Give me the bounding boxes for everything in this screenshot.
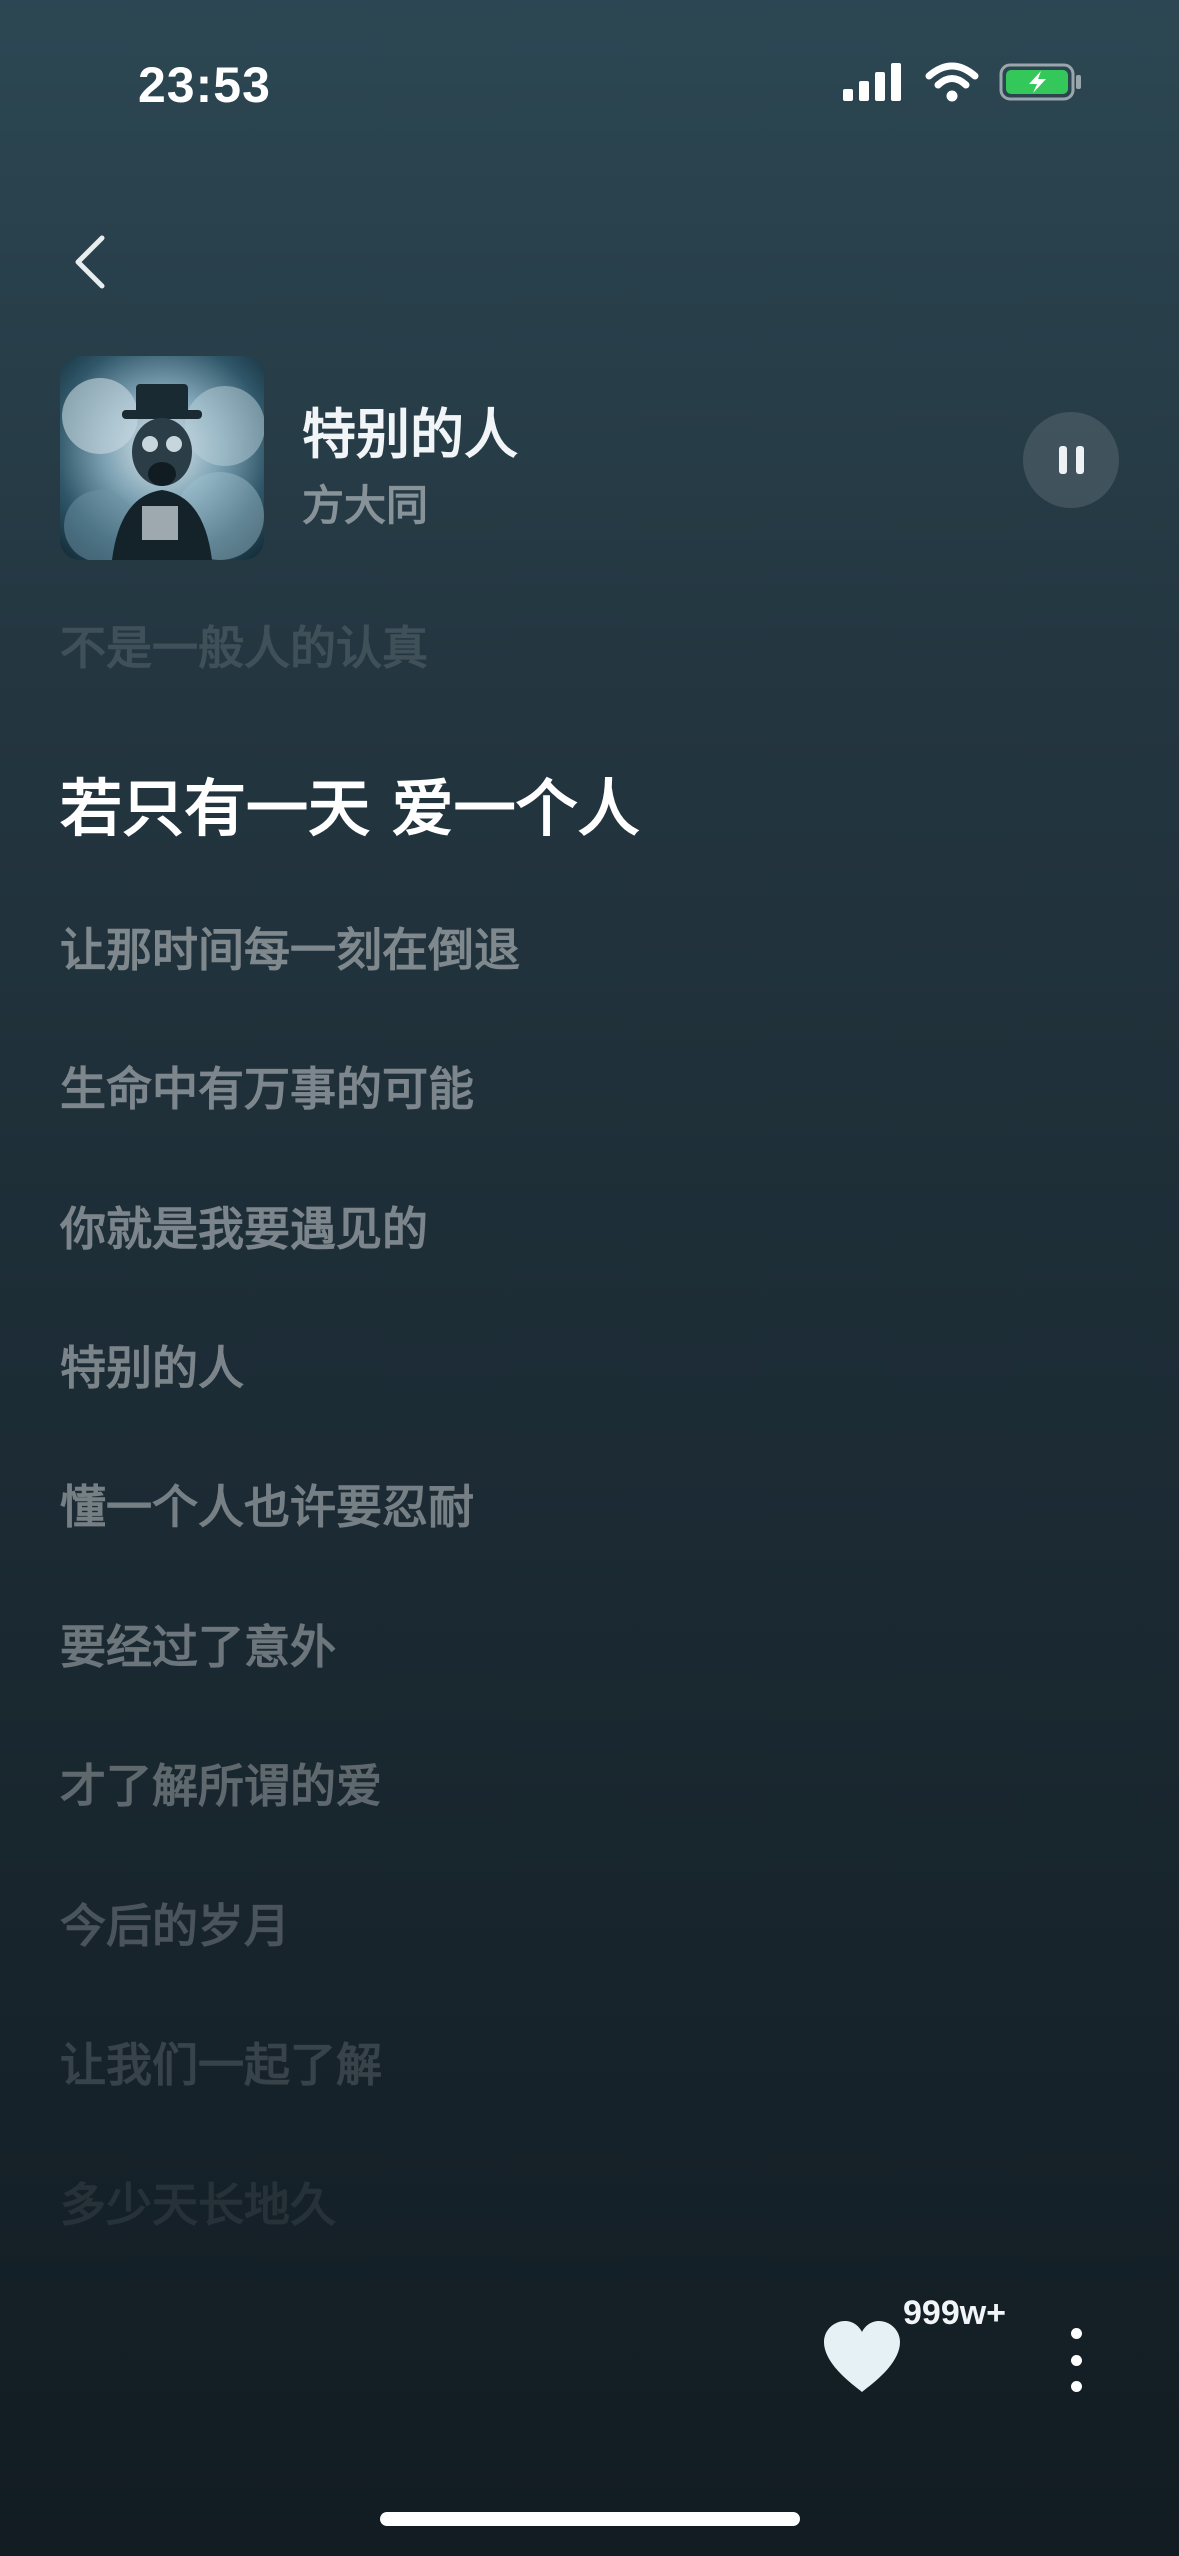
- home-indicator[interactable]: [380, 2512, 800, 2526]
- status-icons: [843, 62, 1083, 102]
- song-title: 特别的人: [302, 403, 518, 466]
- like-count: 999w+: [903, 2294, 1007, 2332]
- back-button[interactable]: [60, 222, 120, 302]
- pause-icon: [1058, 446, 1067, 474]
- more-vertical-icon-dot: [1070, 2381, 1082, 2392]
- album-cover[interactable]: [60, 356, 264, 560]
- more-vertical-icon-dot: [1070, 2354, 1082, 2366]
- song-artist[interactable]: 方大同: [302, 472, 428, 533]
- like-button[interactable]: [820, 2318, 904, 2396]
- more-button[interactable]: [1060, 2320, 1092, 2400]
- lyric-line[interactable]: 多少天长地久: [60, 2169, 336, 2235]
- wifi-icon: [925, 62, 979, 102]
- lyric-line[interactable]: 生命中有万事的可能: [60, 1053, 474, 1119]
- more-vertical-icon: [1070, 2328, 1082, 2339]
- lyric-line[interactable]: 不是一般人的认真: [60, 612, 428, 678]
- battery-charging-icon: [999, 63, 1081, 101]
- album-art-image: [60, 356, 264, 560]
- cellular-signal-icon: [843, 63, 901, 101]
- lyric-line[interactable]: 让我们一起了解: [60, 2029, 382, 2095]
- lyric-line[interactable]: 你就是我要遇见的: [60, 1193, 428, 1259]
- heart-icon: [824, 2321, 900, 2392]
- lyric-line[interactable]: 才了解所谓的爱: [60, 1750, 382, 1816]
- lyric-line-current[interactable]: 若只有一天 爱一个人: [60, 758, 640, 848]
- status-time: 23:53: [138, 57, 271, 113]
- lyric-line[interactable]: 今后的岁月: [60, 1890, 290, 1956]
- lyric-line[interactable]: 要经过了意外: [60, 1611, 336, 1677]
- chevron-left-icon: [75, 235, 105, 289]
- pause-icon-bar: [1075, 446, 1084, 474]
- lyric-line[interactable]: 让那时间每一刻在倒退: [60, 914, 520, 980]
- lyric-line[interactable]: 懂一个人也许要忍耐: [60, 1471, 474, 1537]
- pause-button[interactable]: [1023, 412, 1119, 508]
- lyric-line[interactable]: 特别的人: [60, 1332, 244, 1398]
